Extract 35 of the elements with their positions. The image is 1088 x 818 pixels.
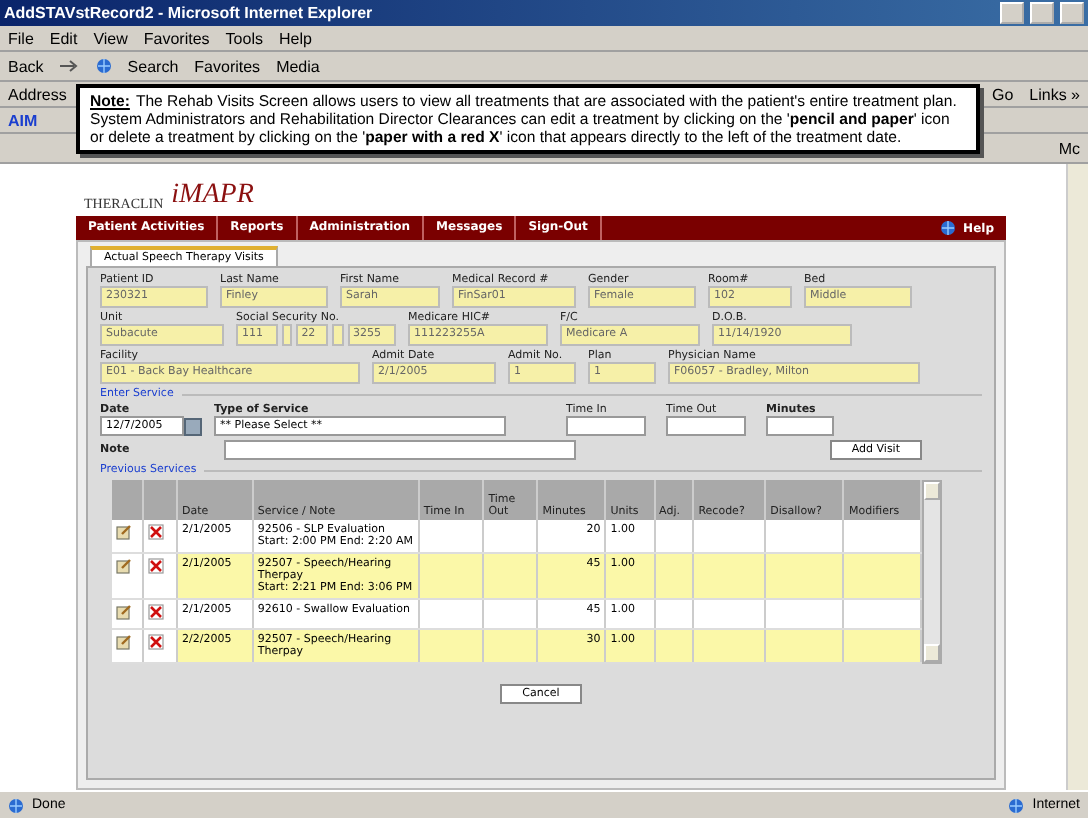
logo-product: iMAPR — [171, 180, 254, 212]
delete-icon[interactable] — [148, 634, 165, 650]
delete-icon[interactable] — [148, 558, 165, 574]
time-in-field[interactable] — [566, 416, 646, 436]
forward-arrow-icon[interactable] — [59, 60, 80, 72]
menu-item[interactable]: Favorites — [143, 29, 210, 47]
calendar-icon[interactable] — [184, 418, 202, 436]
toolbar-button[interactable]: Mc — [1058, 139, 1080, 157]
aim-label[interactable]: AIM — [8, 111, 38, 129]
help-icon — [939, 220, 956, 236]
window-title: AddSTAVstRecord2 - Microsoft Internet Explorer — [4, 4, 375, 22]
edit-icon[interactable] — [116, 634, 132, 650]
menu-item[interactable]: File — [8, 29, 34, 47]
media-button[interactable]: Media — [276, 57, 320, 75]
menu-item[interactable]: Edit — [49, 29, 78, 47]
links-button[interactable]: Links » — [1029, 85, 1080, 103]
edit-icon[interactable] — [116, 558, 132, 574]
minutes-field[interactable] — [766, 416, 834, 436]
separator — [281, 324, 292, 346]
favorites-button[interactable]: Favorites — [194, 57, 261, 75]
delete-icon[interactable] — [148, 524, 165, 540]
go-button[interactable]: Go — [991, 85, 1014, 103]
menu-item[interactable]: View — [93, 29, 128, 47]
edit-icon[interactable] — [116, 604, 132, 620]
delete-icon[interactable] — [148, 604, 165, 620]
edit-icon[interactable] — [116, 524, 132, 540]
address-label: Address — [8, 85, 67, 103]
time-out-field[interactable] — [666, 416, 746, 436]
note-field[interactable] — [224, 440, 576, 460]
separator — [332, 324, 344, 346]
search-button[interactable]: Search — [127, 57, 179, 75]
menu-item[interactable]: Help — [278, 29, 312, 47]
menu-item[interactable]: Tools — [225, 29, 263, 47]
back-button[interactable]: Back — [8, 57, 44, 75]
globe-icon — [1008, 797, 1025, 813]
